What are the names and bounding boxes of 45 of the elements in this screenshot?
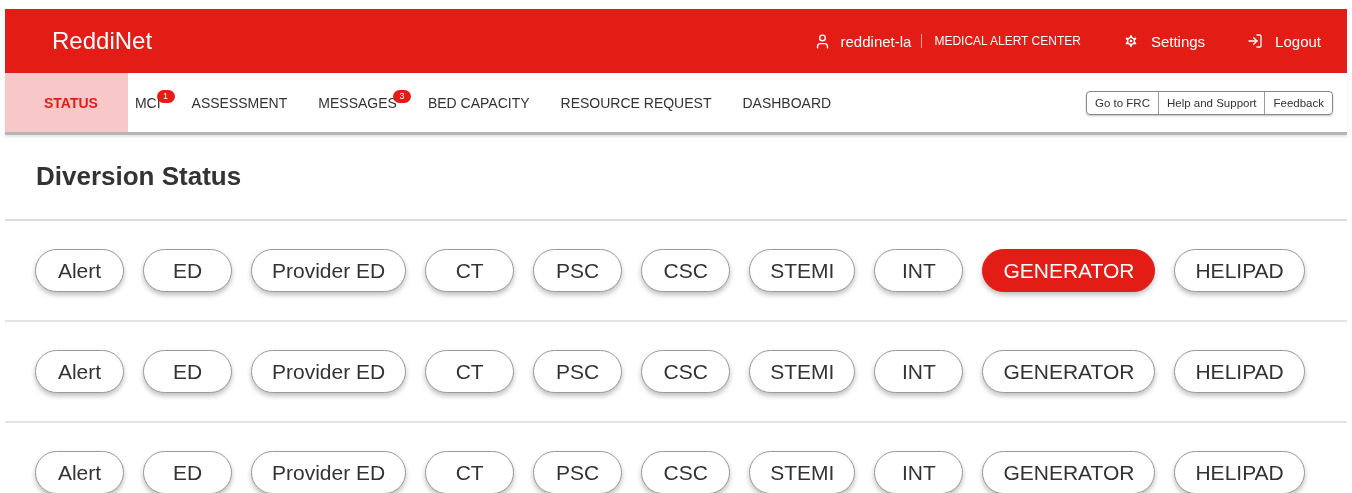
status-toggle[interactable]: GENERATOR [982,249,1156,292]
status-toggle[interactable]: PSC [533,249,623,292]
status-toggle[interactable]: CSC [641,249,731,292]
status-toggle[interactable]: ED [143,249,232,292]
status-toggle[interactable]: CSC [641,451,731,493]
brand-name: ReddiNet [52,27,154,55]
status-toggle[interactable]: INT [874,451,964,493]
nav-tab[interactable]: ASSESSMENT [184,73,298,132]
status-toggle[interactable]: STEMI [749,451,856,493]
status-toggle[interactable]: Provider ED [251,249,407,292]
settings-button[interactable]: Settings [1122,32,1206,50]
status-toggle[interactable]: HELIPAD [1174,249,1305,292]
header-link[interactable]: Feedback [1264,91,1332,114]
status-toggle[interactable]: ED [143,350,232,393]
status-toggle[interactable]: Alert [35,350,124,393]
status-toggle[interactable]: ED [143,451,232,493]
status-toggle[interactable]: STEMI [749,249,856,292]
status-toggle[interactable]: INT [874,350,964,393]
organization-name: MEDICAL ALERT CENTER [921,34,1081,48]
status-toggle[interactable]: INT [874,249,964,292]
status-toggle[interactable]: CSC [641,350,731,393]
status-toggle[interactable]: Alert [35,249,124,292]
status-toggle[interactable]: Provider ED [251,350,407,393]
header-link[interactable]: Help and Support [1157,91,1265,114]
status-toggle[interactable]: GENERATOR [982,350,1156,393]
status-toggle[interactable]: STEMI [749,350,856,393]
status-toggle[interactable]: CT [425,249,515,292]
page-title: Diversion Status [5,135,1347,221]
status-toggle[interactable]: PSC [533,451,623,493]
status-toggle[interactable]: Alert [35,451,124,493]
status-toggle[interactable]: CT [425,451,515,493]
nav-tab[interactable]: BED CAPACITY [420,73,540,132]
settings-icon [1122,33,1139,49]
user-name: reddinet-la [840,32,912,50]
nav-tab[interactable]: DASHBOARD [735,73,842,132]
status-toggle[interactable]: GENERATOR [982,451,1156,493]
logout-button[interactable]: Logout [1247,32,1321,50]
status-toggle[interactable]: HELIPAD [1174,451,1305,493]
status-toggle[interactable]: CT [425,350,515,393]
logout-icon [1247,33,1264,49]
header-link[interactable]: Go to FRC [1087,91,1158,114]
status-toggle[interactable]: PSC [533,350,623,393]
status-toggle[interactable]: HELIPAD [1174,350,1305,393]
nav-tab[interactable]: RESOURCE REQUEST [553,73,722,132]
status-toggle[interactable]: Provider ED [251,451,407,493]
